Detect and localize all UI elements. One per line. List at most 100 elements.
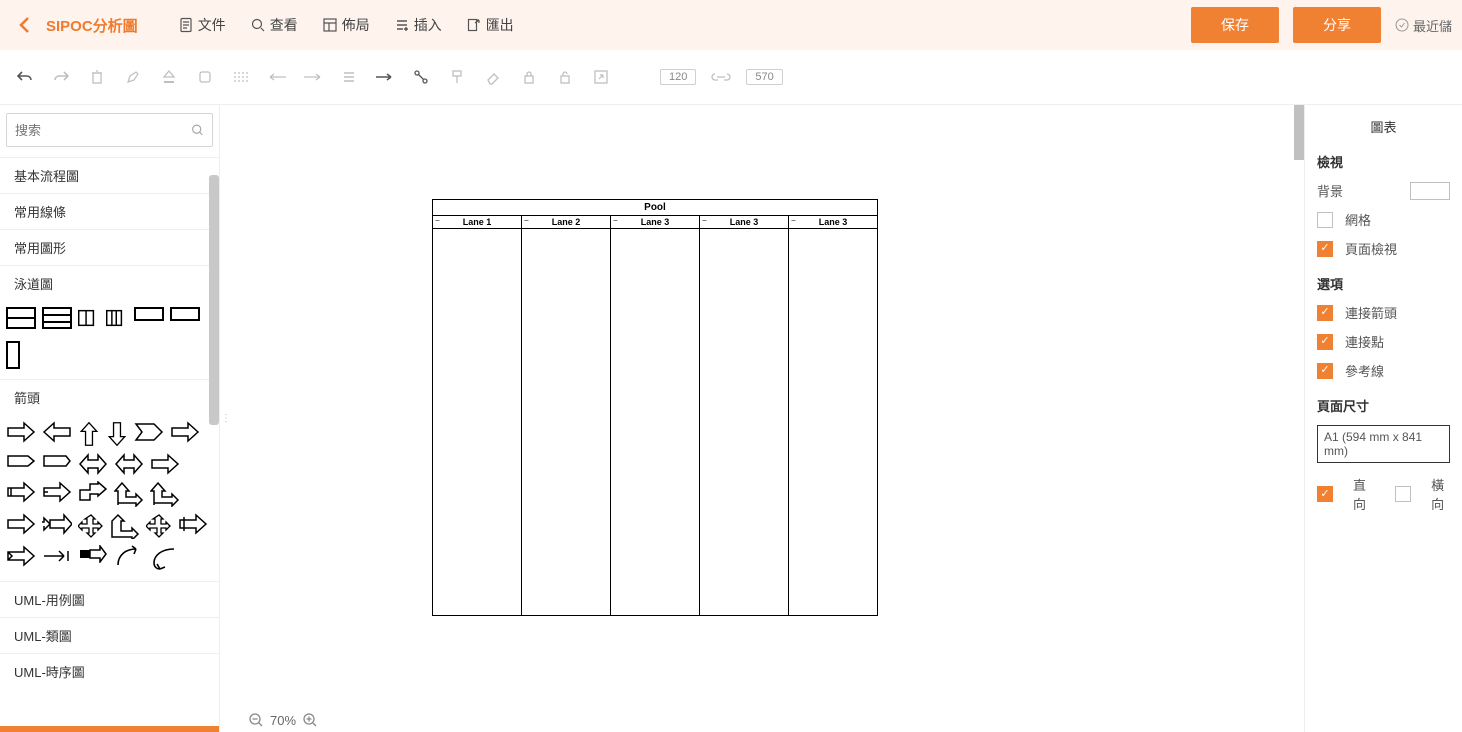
arrow-shape[interactable] (150, 545, 180, 571)
swimlane-shape[interactable] (170, 307, 200, 321)
arrow-shape[interactable] (170, 421, 200, 443)
search-input[interactable] (15, 123, 191, 138)
arrow-start-button[interactable] (266, 66, 288, 88)
width-input[interactable]: 120 (660, 69, 696, 85)
sidebar-scrollbar[interactable] (209, 175, 219, 425)
grid-row[interactable]: 網格 (1317, 210, 1450, 229)
swimlane-shape[interactable] (106, 307, 128, 329)
page-view-checkbox[interactable] (1317, 241, 1333, 257)
arrow-shape[interactable] (114, 545, 144, 567)
lane[interactable]: Lane 3 (700, 216, 789, 615)
expand-button[interactable] (590, 66, 612, 88)
lane-header[interactable]: Lane 3 (789, 216, 877, 229)
lane-header[interactable]: Lane 3 (700, 216, 788, 229)
lane[interactable]: Lane 3 (611, 216, 700, 615)
edit-button[interactable] (122, 66, 144, 88)
page-size-select[interactable]: A1 (594 mm x 841 mm) (1317, 425, 1450, 463)
undo-button[interactable] (14, 66, 36, 88)
shape-style-button[interactable] (194, 66, 216, 88)
lane-header[interactable]: Lane 1 (433, 216, 521, 229)
arrow-shape[interactable] (42, 545, 72, 567)
line-spacing-button[interactable] (338, 66, 360, 88)
lane[interactable]: Lane 1 (433, 216, 522, 615)
category-common-shapes[interactable]: 常用圖形 (0, 229, 219, 265)
arrow-shape[interactable] (134, 421, 164, 443)
arrow-shape[interactable] (6, 513, 36, 535)
arrow-shape[interactable] (146, 513, 172, 539)
arrow-shape[interactable] (6, 453, 36, 469)
swimlane-pool[interactable]: Pool Lane 1 Lane 2 Lane 3 Lane 3 Lane 3 (432, 199, 878, 616)
lane-header[interactable]: Lane 3 (611, 216, 699, 229)
arrow-shape[interactable] (42, 453, 72, 469)
redo-button[interactable] (50, 66, 72, 88)
arrow-shape[interactable] (78, 421, 100, 447)
fill-color-button[interactable] (158, 66, 180, 88)
swimlane-shape[interactable] (42, 307, 72, 329)
swimlane-shape[interactable] (134, 307, 164, 321)
arrow-shape[interactable] (150, 453, 180, 475)
arrow-shape[interactable] (114, 453, 144, 475)
portrait-checkbox[interactable] (1317, 486, 1333, 502)
connect-points-row[interactable]: 連接點 (1317, 332, 1450, 351)
back-button[interactable] (10, 10, 40, 40)
menu-insert[interactable]: 插入 (394, 15, 442, 35)
arrow-shape[interactable] (114, 481, 144, 507)
arrow-shape[interactable] (78, 545, 108, 563)
arrow-end-button[interactable] (302, 66, 324, 88)
panel-tab-diagram[interactable]: 圖表 (1317, 117, 1450, 136)
menu-export[interactable]: 匯出 (466, 15, 514, 35)
swimlane-shape[interactable] (6, 341, 20, 369)
arrow-shape[interactable] (42, 421, 72, 443)
category-arrows[interactable]: 箭頭 (0, 379, 219, 415)
category-basic-flowchart[interactable]: 基本流程圖 (0, 157, 219, 193)
page-view-row[interactable]: 頁面檢視 (1317, 239, 1450, 258)
panel-splitter[interactable]: ⋮ (220, 105, 232, 732)
share-button[interactable]: 分享 (1293, 7, 1381, 43)
landscape-checkbox[interactable] (1395, 486, 1411, 502)
eraser-button[interactable] (482, 66, 504, 88)
lane[interactable]: Lane 2 (522, 216, 611, 615)
zoom-in-icon[interactable] (302, 712, 318, 728)
zoom-out-icon[interactable] (248, 712, 264, 728)
arrow-shape[interactable] (178, 513, 208, 535)
swimlane-shape[interactable] (6, 307, 36, 329)
delete-button[interactable] (86, 66, 108, 88)
connector-button[interactable] (374, 66, 396, 88)
connect-arrows-row[interactable]: 連接箭頭 (1317, 303, 1450, 322)
canvas-area[interactable]: Pool Lane 1 Lane 2 Lane 3 Lane 3 Lane 3 … (232, 105, 1304, 732)
arrow-shape[interactable] (78, 481, 108, 503)
category-uml-sequence[interactable]: UML-時序圖 (0, 653, 219, 689)
format-painter-button[interactable] (446, 66, 468, 88)
connect-points-checkbox[interactable] (1317, 334, 1333, 350)
connect-arrows-checkbox[interactable] (1317, 305, 1333, 321)
arrow-shape[interactable] (6, 481, 36, 503)
line-style-button[interactable] (230, 66, 252, 88)
guidelines-row[interactable]: 參考線 (1317, 361, 1450, 380)
arrow-shape[interactable] (42, 513, 72, 535)
arrow-shape[interactable] (78, 513, 104, 539)
lock-button[interactable] (518, 66, 540, 88)
arrow-shape[interactable] (78, 453, 108, 475)
canvas-scrollbar-track[interactable] (1294, 105, 1304, 732)
height-input[interactable]: 570 (746, 69, 782, 85)
lane[interactable]: Lane 3 (789, 216, 877, 615)
category-uml-class[interactable]: UML-類圖 (0, 617, 219, 653)
arrow-shape[interactable] (150, 481, 180, 507)
guidelines-checkbox[interactable] (1317, 363, 1333, 379)
unlock-button[interactable] (554, 66, 576, 88)
swimlane-shape[interactable] (78, 307, 100, 329)
arrow-shape[interactable] (110, 513, 140, 539)
grid-checkbox[interactable] (1317, 212, 1333, 228)
category-uml-usecase[interactable]: UML-用例圖 (0, 581, 219, 617)
arrow-shape[interactable] (6, 421, 36, 443)
menu-file[interactable]: 文件 (178, 15, 226, 35)
pool-title[interactable]: Pool (433, 200, 877, 216)
arrow-shape[interactable] (106, 421, 128, 447)
link-dimensions-icon[interactable] (710, 66, 732, 88)
waypoint-button[interactable] (410, 66, 432, 88)
category-swimlane[interactable]: 泳道圖 (0, 265, 219, 301)
arrow-shape[interactable] (42, 481, 72, 503)
search-box[interactable] (6, 113, 213, 147)
menu-view[interactable]: 查看 (250, 15, 298, 35)
category-common-lines[interactable]: 常用線條 (0, 193, 219, 229)
